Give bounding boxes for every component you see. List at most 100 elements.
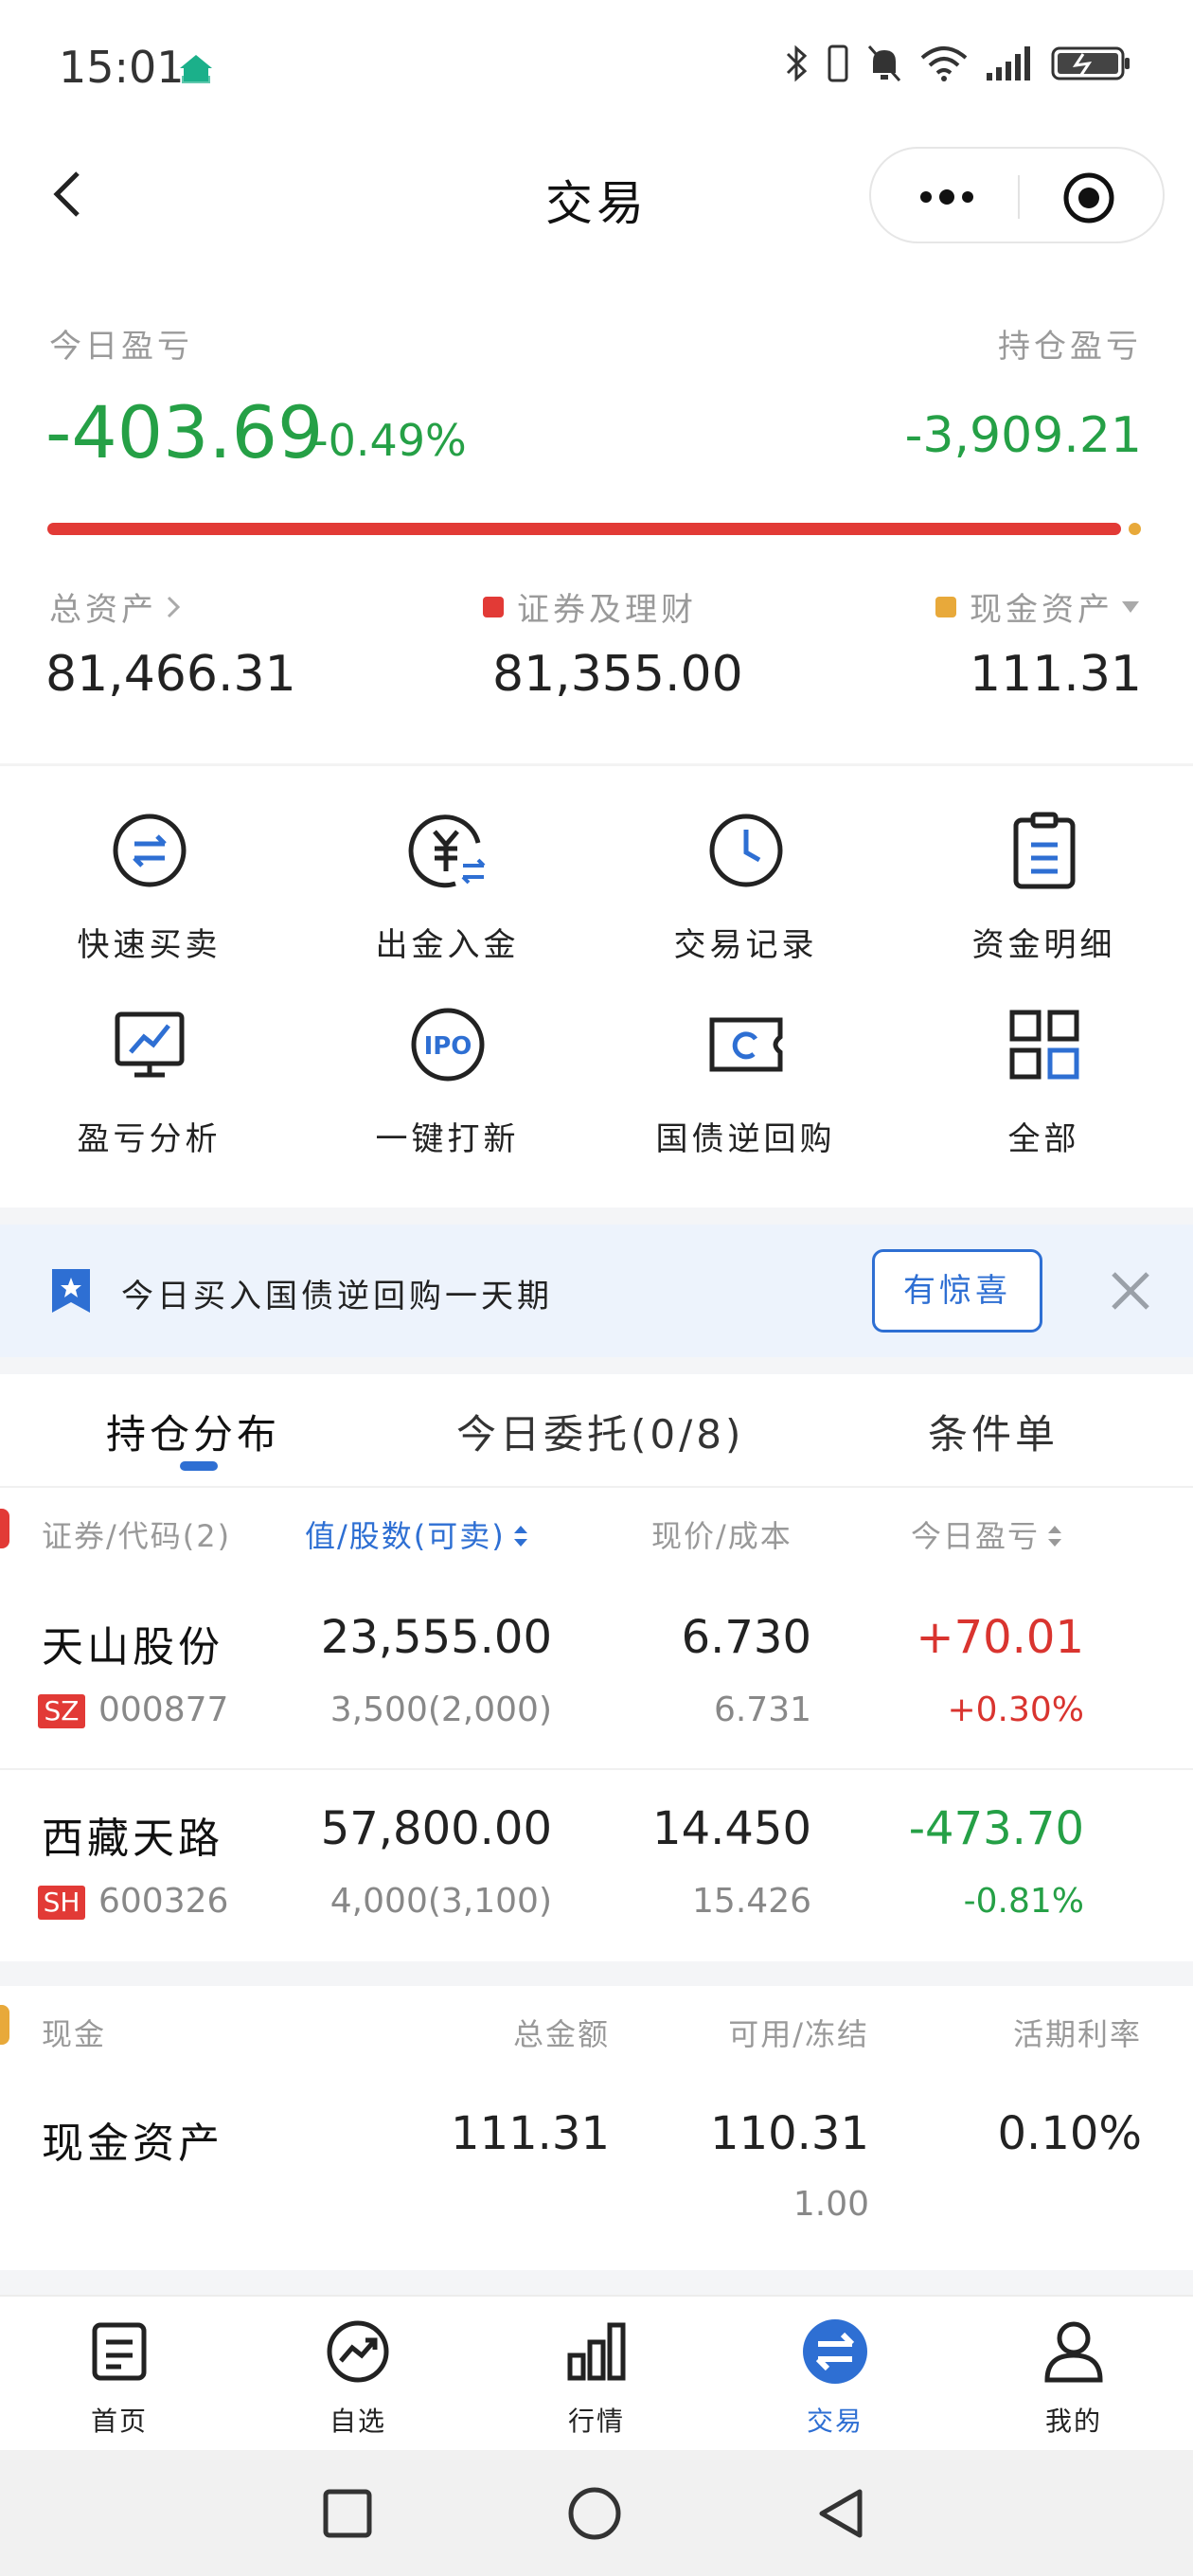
grid-label: 出金入金 [375,926,520,964]
nav-bar: 交易 [0,137,1193,251]
cash-total: 111.31 [451,2107,610,2160]
tab-mine[interactable]: 我的 [954,2297,1193,2452]
status-time: 15:01 [59,42,185,93]
vibrate-icon [828,45,848,82]
today-pnl-percent: -0.81% [963,1882,1084,1921]
today-pnl-percent: +0.30% [947,1690,1084,1729]
home-icon[interactable] [567,2486,622,2541]
section-marker [0,2005,9,2045]
current-price: 14.450 [652,1802,811,1855]
grid-label: 资金明细 [971,926,1116,964]
securities-share-bar [47,523,1121,535]
table-row[interactable]: 天山股份 SZ 000877 23,555.00 3,500(2,000) 6.… [0,1581,1193,1770]
yuan-transfer-icon [408,814,486,888]
cash-available: 110.31 [710,2107,869,2160]
tab-label: 行情 [567,2406,625,2437]
cash-rate: 0.10% [997,2107,1142,2160]
tab-label: 自选 [329,2406,386,2437]
status-icons [784,40,1132,87]
holding-pnl-value: -3,909.21 [904,407,1142,464]
securities-label: 证券及理财 [517,591,697,629]
col-header-rate: 活期利率 [1012,2016,1142,2052]
trend-icon [327,2320,389,2383]
wifi-icon [920,46,968,81]
battery-charging-icon [1051,46,1130,80]
pnl-analysis-button[interactable]: 盈亏分析 [0,990,298,1179]
total-assets-label: 总资产 [49,591,157,629]
reverse-repo-button[interactable]: 国债逆回购 [596,990,895,1179]
cash-share-bar [1129,523,1141,535]
market-badge: SH [38,1886,85,1920]
quantity: 4,000(3,100) [329,1882,552,1921]
tab-label: 交易 [806,2406,864,2437]
col-header-value-sortable[interactable]: 值/股数(可卖) [305,1512,530,1556]
pnl-summary: 今日盈亏 持仓盈亏 -403.69 -0.49% -3,909.21 总资产 证… [0,303,1193,758]
trade-icon [803,2319,867,2384]
miniapp-capsule [869,147,1165,243]
more-icon[interactable] [909,171,985,223]
capsule-divider [1018,175,1020,219]
divider [0,1357,1193,1374]
ipo-subscribe-button[interactable]: IPO 一键打新 [298,990,596,1179]
surprise-button[interactable]: 有惊喜 [872,1249,1042,1333]
grid-label: 一键打新 [375,1120,520,1158]
tab-holdings[interactable]: 持仓分布 [106,1403,280,1460]
table-row[interactable]: 西藏天路 SH 600326 57,800.00 4,000(3,100) 14… [0,1772,1193,1961]
bar-chart-icon [567,2322,626,2381]
tab-today-orders[interactable]: 今日委托(0/8) [456,1403,744,1460]
bluetooth-icon [786,45,808,82]
stock-code: 000877 [98,1690,229,1729]
close-icon[interactable] [1106,1266,1155,1315]
col-header-pnl-label: 今日盈亏 [911,1518,1041,1554]
tab-conditional-orders[interactable]: 条件单 [928,1403,1059,1460]
total-assets-value: 81,466.31 [45,646,296,703]
tab-market[interactable]: 行情 [477,2297,716,2452]
deposit-withdraw-button[interactable]: 出金入金 [298,796,596,985]
cash-legend-dropdown[interactable]: 现金资产 [935,583,1142,630]
grid-label: 快速买卖 [77,926,222,964]
today-pnl-percent: -0.49% [312,415,467,466]
current-price: 6.730 [681,1611,811,1664]
clipboard-icon [1013,812,1076,889]
person-icon [1044,2321,1103,2383]
ticket-icon [709,1017,783,1072]
divider [0,2270,1193,2295]
col-header-price: 现价/成本 [651,1518,792,1554]
back-nav-icon[interactable] [814,2486,869,2541]
total-assets-link[interactable]: 总资产 [49,583,186,630]
today-pnl: -473.70 [908,1802,1084,1855]
recents-icon[interactable] [320,2486,375,2541]
securities-legend: 证券及理财 [483,583,697,630]
trade-records-button[interactable]: 交易记录 [596,796,895,985]
today-pnl-value: -403.69 [45,390,324,474]
home-doc-icon [92,2322,147,2381]
active-tab-indicator [180,1461,218,1471]
function-grid: 快速买卖 出金入金 交易记录 资金明细 盈亏分析 IPO 一键打新 国债逆回购 … [0,796,1193,1203]
all-functions-button[interactable]: 全部 [895,990,1193,1179]
clock-icon [709,814,783,887]
quick-trade-button[interactable]: 快速买卖 [0,796,298,985]
chevron-right-icon [167,596,181,617]
col-header-cash: 现金 [42,2016,107,2052]
stock-name: 西藏天路 [42,1815,223,1863]
signal-icon [987,46,1030,80]
close-miniapp-icon[interactable] [1060,170,1117,226]
grid-label: 交易记录 [673,926,818,964]
cash-asset-name: 现金资产 [42,2120,223,2168]
tab-home[interactable]: 首页 [0,2297,239,2452]
stock-name: 天山股份 [42,1623,223,1672]
quantity: 3,500(2,000) [329,1690,552,1729]
swap-circle-icon [113,814,187,887]
holding-pnl-label: 持仓盈亏 [998,328,1142,366]
system-nav-bar [0,2450,1193,2576]
col-header-available: 可用/冻结 [728,2016,869,2052]
divider [0,1208,1193,1225]
svg-text:IPO: IPO [424,1032,472,1061]
fund-details-button[interactable]: 资金明细 [895,796,1193,985]
tab-trade[interactable]: 交易 [716,2297,954,2452]
sort-icon [1048,1526,1062,1547]
tab-watchlist[interactable]: 自选 [239,2297,477,2452]
col-header-pnl-sortable[interactable]: 今日盈亏 [911,1512,1064,1556]
col-header-security: 证券/代码(2) [42,1518,232,1554]
promo-banner[interactable]: 今日买入国债逆回购一天期 有惊喜 [0,1225,1193,1357]
